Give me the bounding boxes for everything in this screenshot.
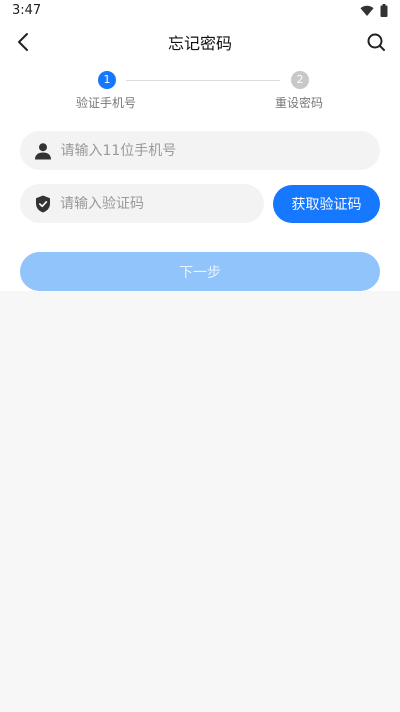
phone-input[interactable] [60, 142, 380, 159]
wifi-icon [360, 5, 374, 17]
verification-code-field [20, 184, 264, 223]
next-step-button[interactable]: 下一步 [20, 252, 380, 291]
page-title: 忘记密码 [167, 34, 232, 53]
step-2-indicator: 2 [291, 71, 309, 89]
user-icon [34, 141, 52, 161]
search-icon [367, 33, 385, 51]
status-bar: 3:47 [0, 0, 400, 24]
app-header: 忘记密码 [0, 24, 400, 60]
step-1-indicator: 1 [98, 71, 116, 89]
step-2-label: 重设密码 [275, 96, 324, 110]
step-connector [126, 80, 280, 81]
verification-code-input[interactable] [60, 195, 264, 212]
status-time: 3:47 [12, 3, 42, 18]
shield-check-icon [34, 194, 52, 214]
search-button[interactable] [364, 30, 388, 54]
phone-field [20, 131, 380, 170]
step-1-label: 验证手机号 [76, 96, 137, 110]
status-icons [360, 4, 388, 17]
battery-icon [380, 4, 388, 17]
forgot-password-screen: 3:47 忘记密码 1 2 验证手机号 重设密码 请输入11位手机号 请输入验证… [0, 0, 400, 712]
get-code-button[interactable]: 获取验证码 [273, 185, 380, 223]
